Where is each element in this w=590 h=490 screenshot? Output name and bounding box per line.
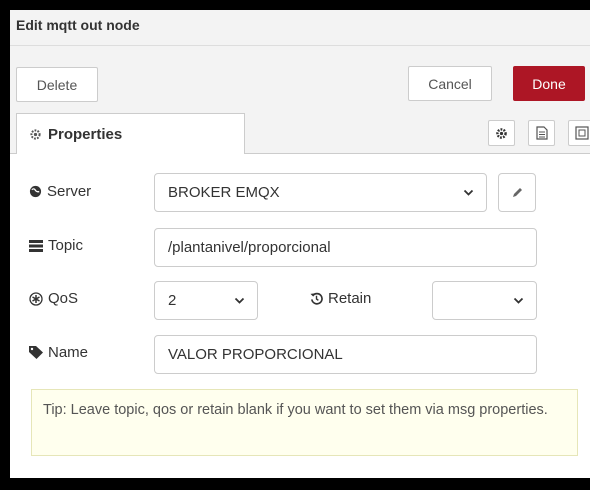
server-value: BROKER EMQX xyxy=(168,184,280,201)
asterisk-icon xyxy=(29,291,43,306)
cancel-button[interactable]: Cancel xyxy=(408,66,492,101)
qos-select[interactable]: 2 xyxy=(154,281,258,320)
topic-value: /plantanivel/proporcional xyxy=(168,239,331,256)
name-input[interactable]: VALOR PROPORCIONAL xyxy=(154,335,537,374)
tag-icon xyxy=(29,346,43,359)
qos-value: 2 xyxy=(168,292,177,309)
dialog-titlebar: Edit mqtt out node xyxy=(10,10,590,46)
retain-label: Retain xyxy=(310,290,371,307)
tip-text: Tip: Leave topic, qos or retain blank if… xyxy=(43,402,548,418)
edit-server-button[interactable] xyxy=(498,173,536,212)
done-button[interactable]: Done xyxy=(513,66,585,101)
tab-settings[interactable] xyxy=(488,120,515,146)
server-select[interactable]: BROKER EMQX xyxy=(154,173,487,212)
tab-appearance[interactable] xyxy=(568,120,590,146)
dialog-toolbar: Delete Cancel Done xyxy=(10,46,590,113)
topic-label: Topic xyxy=(29,237,83,254)
globe-icon xyxy=(29,185,42,198)
tip-box: Tip: Leave topic, qos or retain blank if… xyxy=(31,389,578,456)
tab-bar: Properties xyxy=(10,113,590,154)
chevron-down-icon xyxy=(463,189,474,196)
name-value: VALOR PROPORCIONAL xyxy=(168,346,343,363)
dialog-title: Edit mqtt out node xyxy=(16,17,140,33)
gear-icon xyxy=(30,129,41,140)
pencil-icon xyxy=(513,187,522,197)
edit-dialog: Edit mqtt out node Delete Cancel Done Pr… xyxy=(10,10,590,478)
topic-input[interactable]: /plantanivel/proporcional xyxy=(154,228,537,267)
gear-icon xyxy=(496,127,507,139)
retain-select[interactable] xyxy=(432,281,537,320)
tab-properties[interactable]: Properties xyxy=(16,113,245,154)
tab-description[interactable] xyxy=(528,120,555,146)
server-label: Server xyxy=(29,183,91,200)
delete-button[interactable]: Delete xyxy=(16,67,98,102)
history-icon xyxy=(310,292,323,305)
appearance-icon xyxy=(574,126,589,140)
qos-label: QoS xyxy=(29,290,78,307)
tasks-icon xyxy=(29,239,43,252)
document-icon xyxy=(535,126,548,140)
tab-properties-label: Properties xyxy=(48,126,123,143)
chevron-down-icon xyxy=(234,297,245,304)
chevron-down-icon xyxy=(513,297,524,304)
name-label: Name xyxy=(29,344,88,361)
